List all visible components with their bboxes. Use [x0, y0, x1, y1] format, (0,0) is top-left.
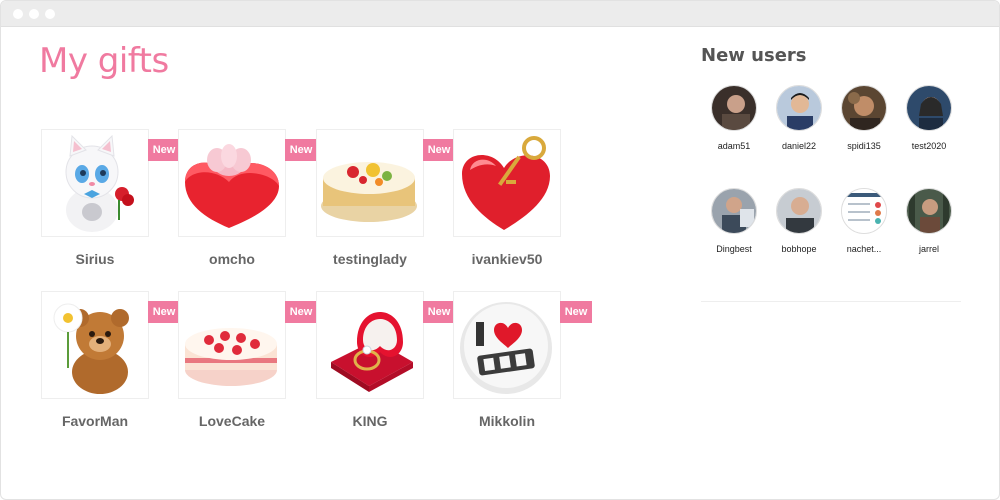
browser-window: My gifts New Sirius New omcho New testin… [0, 0, 1000, 500]
ring-box-icon [331, 312, 413, 392]
user-name[interactable]: adam51 [699, 141, 769, 151]
avatar[interactable] [776, 188, 822, 234]
user-item[interactable]: test2020 [899, 85, 959, 165]
avatar[interactable] [841, 188, 887, 234]
user-photo-icon [712, 86, 756, 130]
user-name[interactable]: spidi135 [829, 141, 899, 151]
gift-card[interactable]: New Mikkolin [453, 291, 593, 451]
gift-thumbnail[interactable] [316, 291, 424, 399]
new-badge: New [560, 301, 592, 323]
gift-card[interactable]: New omcho [178, 129, 318, 289]
window-dot-icon [13, 9, 23, 19]
page-title: My gifts [39, 41, 169, 81]
teddy-bear-with-daisy-icon [53, 303, 129, 394]
avatar[interactable] [711, 188, 757, 234]
gift-card[interactable]: New testinglady [316, 129, 456, 289]
avatar[interactable] [906, 188, 952, 234]
avatar[interactable] [906, 85, 952, 131]
new-badge: New [148, 301, 180, 323]
window-dot-icon [45, 9, 55, 19]
gift-thumbnail[interactable] [178, 129, 286, 237]
user-name[interactable]: Dingbest [699, 244, 769, 254]
user-name[interactable]: nachet... [829, 244, 899, 254]
gift-sender-name[interactable]: omcho [162, 251, 302, 267]
gift-thumbnail[interactable] [41, 129, 149, 237]
strawberry-cake-icon [185, 328, 277, 386]
gift-thumbnail[interactable] [41, 291, 149, 399]
kitten-with-rose-icon [65, 134, 134, 232]
user-name[interactable]: test2020 [894, 141, 964, 151]
user-photo-icon [777, 189, 821, 233]
gift-thumbnail[interactable] [178, 291, 286, 399]
user-item[interactable]: jarrel [899, 188, 959, 268]
new-badge: New [423, 301, 455, 323]
gift-card[interactable]: New Sirius [41, 129, 181, 289]
new-users-title: New users [701, 45, 807, 66]
user-photo-icon [907, 189, 951, 233]
user-photo-icon [712, 189, 756, 233]
gift-sender-name[interactable]: testinglady [300, 251, 440, 267]
gift-card[interactable]: New LoveCake [178, 291, 318, 451]
gift-sender-name[interactable]: KING [300, 413, 440, 429]
window-titlebar [1, 1, 999, 27]
avatar[interactable] [711, 85, 757, 131]
gift-sender-name[interactable]: Sirius [25, 251, 165, 267]
user-item[interactable]: nachet... [834, 188, 894, 268]
avatar[interactable] [776, 85, 822, 131]
user-item[interactable]: adam51 [704, 85, 764, 165]
window-dot-icon [29, 9, 39, 19]
i-love-you-badge-icon [460, 302, 552, 394]
user-name[interactable]: bobhope [764, 244, 834, 254]
user-name[interactable]: daniel22 [764, 141, 834, 151]
user-name[interactable]: jarrel [894, 244, 964, 254]
user-item[interactable]: daniel22 [769, 85, 829, 165]
gift-sender-name[interactable]: LoveCake [162, 413, 302, 429]
user-photo-icon [842, 189, 886, 233]
gift-sender-name[interactable]: ivankiev50 [437, 251, 577, 267]
user-item[interactable]: Dingbest [704, 188, 764, 268]
new-badge: New [148, 139, 180, 161]
gift-thumbnail[interactable] [453, 129, 561, 237]
avatar[interactable] [841, 85, 887, 131]
new-badge: New [285, 301, 317, 323]
user-item[interactable]: spidi135 [834, 85, 894, 165]
gift-card[interactable]: New FavorMan [41, 291, 181, 451]
new-badge: New [423, 139, 455, 161]
gift-card[interactable]: ivankiev50 [453, 129, 593, 289]
user-item[interactable]: bobhope [769, 188, 829, 268]
user-photo-icon [842, 86, 886, 130]
gift-thumbnail[interactable] [453, 291, 561, 399]
sidebar-divider [701, 301, 961, 302]
gift-sender-name[interactable]: Mikkolin [437, 413, 577, 429]
heart-gift-box-icon [185, 144, 279, 228]
gift-card[interactable]: New KING [316, 291, 456, 451]
heart-lock-with-key-icon [462, 136, 550, 230]
new-badge: New [285, 139, 317, 161]
gift-sender-name[interactable]: FavorMan [25, 413, 165, 429]
gift-thumbnail[interactable] [316, 129, 424, 237]
fruit-cake-icon [321, 162, 417, 222]
user-photo-icon [907, 86, 951, 130]
user-photo-icon [777, 86, 821, 130]
